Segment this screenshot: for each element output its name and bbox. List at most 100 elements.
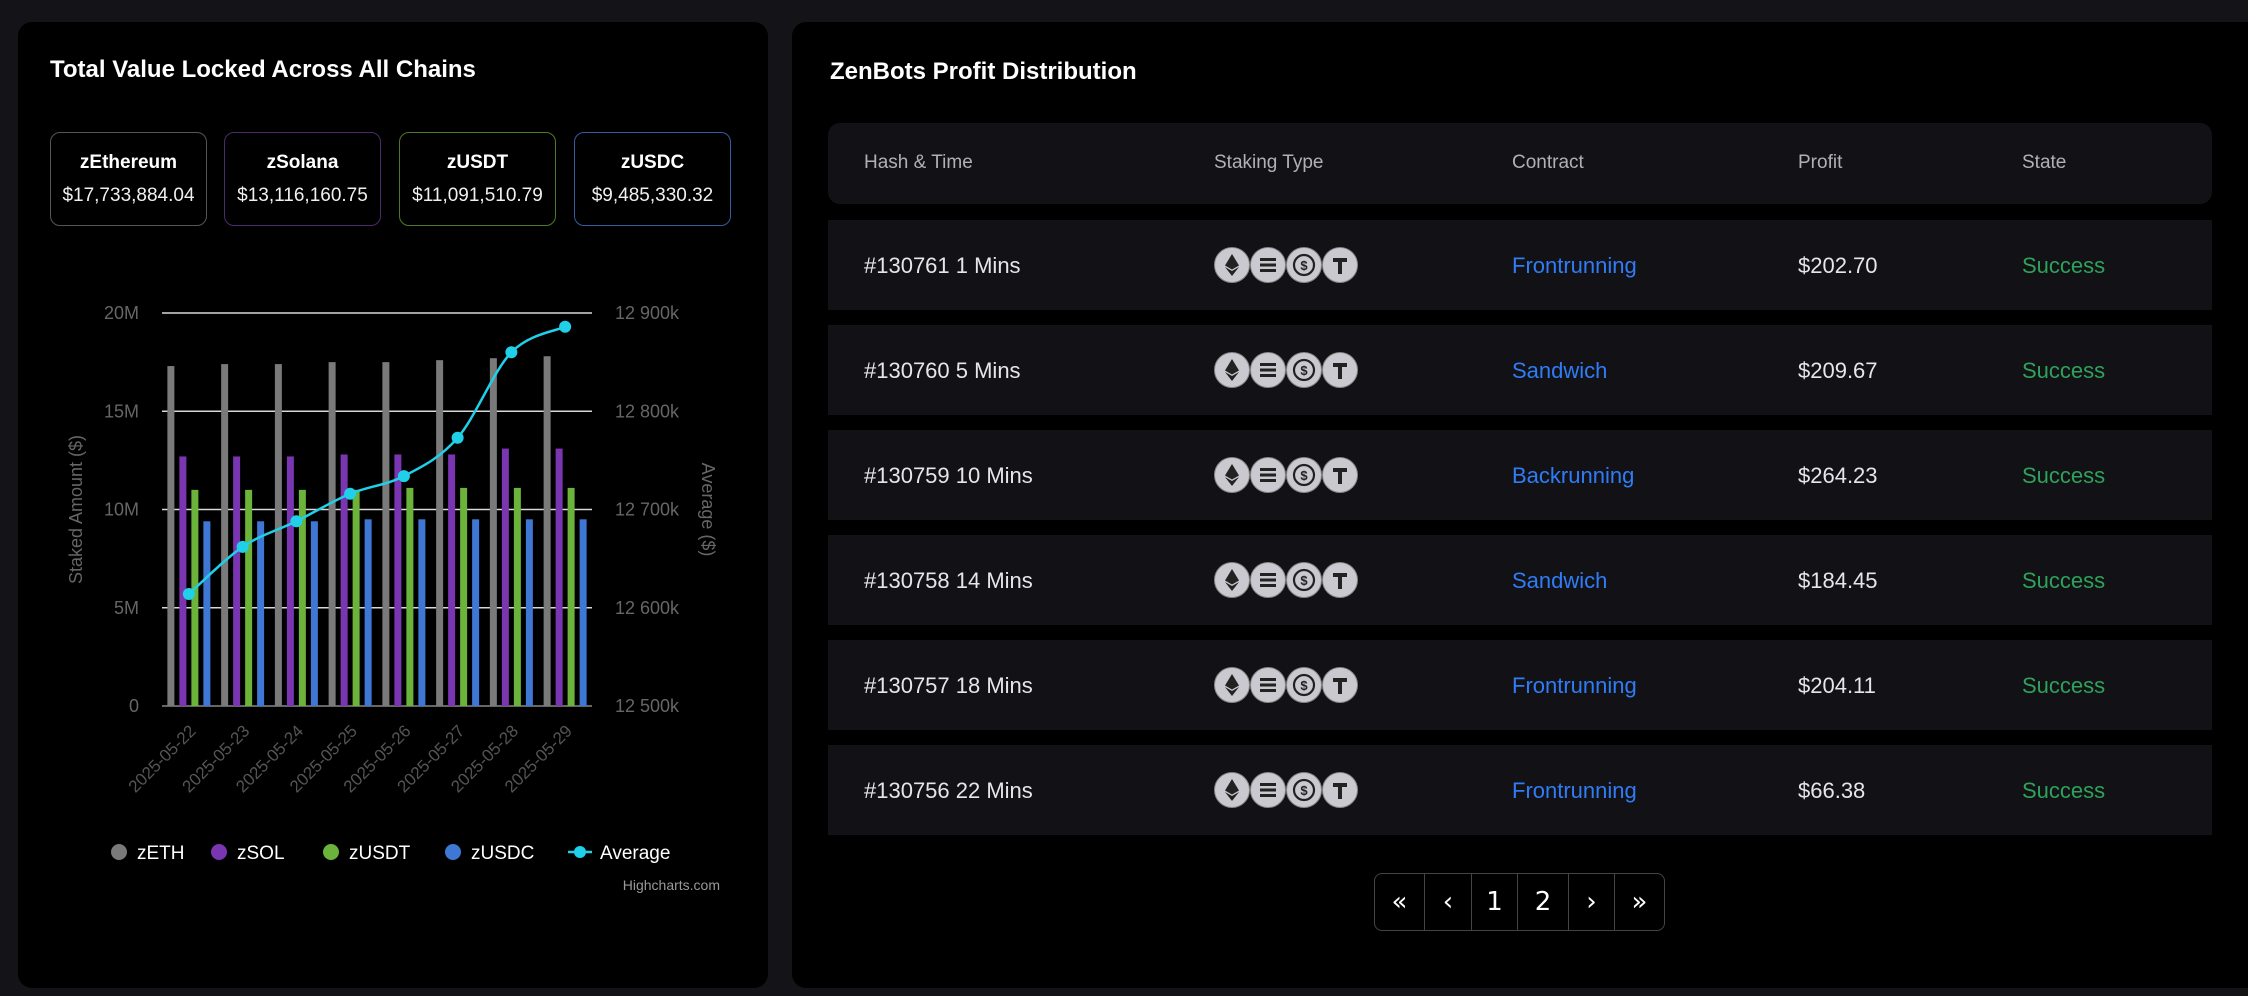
legend-marker-zeth — [111, 844, 127, 860]
row-contract-link[interactable]: Frontrunning — [1512, 778, 1637, 804]
svg-text:$: $ — [1300, 678, 1308, 693]
row-state: Success — [2022, 463, 2106, 488]
legend-label-zusdt: zUSDT — [349, 843, 411, 864]
solana-icon — [1250, 247, 1286, 283]
profit-title: ZenBots Profit Distribution — [830, 58, 1137, 85]
average-point — [236, 540, 249, 553]
bar-zusdt — [567, 487, 575, 706]
row-state: Success — [2022, 568, 2106, 593]
ethereum-icon — [1214, 667, 1250, 703]
bar-zeth — [167, 366, 175, 706]
row-hash-time: #130761 1 Mins — [864, 253, 1021, 278]
row-state: Success — [2022, 673, 2106, 698]
y-tick-label: 10M — [104, 500, 139, 520]
average-point — [451, 431, 464, 444]
tvl-cards: zEthereum $17,733,884.04 zSolana $13,116… — [50, 132, 735, 228]
tether-icon — [1322, 562, 1358, 598]
average-point — [505, 346, 518, 359]
legend-marker-zsol — [211, 844, 227, 860]
page-2-button[interactable]: 2 — [1518, 874, 1569, 930]
svg-text:$: $ — [1300, 783, 1308, 798]
row-state: Success — [2022, 358, 2106, 383]
bar-zsol — [394, 454, 402, 706]
tether-icon — [1322, 457, 1358, 493]
bar-zusdt — [460, 487, 468, 706]
y-tick-label: 5M — [114, 598, 139, 618]
card-zusdc: zUSDC $9,485,330.32 — [574, 132, 731, 226]
legend-marker-dot — [574, 846, 586, 858]
y-tick-label: 20M — [104, 303, 139, 323]
bar-zsol — [448, 454, 456, 706]
legend-marker-zusdt — [323, 844, 339, 860]
next-page-button[interactable]: › — [1569, 874, 1615, 930]
chart-credits: Highcharts.com — [623, 877, 720, 893]
row-contract-link[interactable]: Sandwich — [1512, 358, 1607, 384]
row-contract-link[interactable]: Frontrunning — [1512, 673, 1637, 699]
bar-zeth — [436, 360, 444, 706]
row-hash-time: #130759 10 Mins — [864, 463, 1033, 488]
ethereum-icon — [1214, 457, 1250, 493]
ethereum-icon — [1214, 772, 1250, 808]
table-row: #130758 14 Mins $ Sandwich $184.45 Success — [828, 535, 2212, 625]
table-row: #130759 10 Mins $ Backrunning $264.23 Succes… — [828, 430, 2212, 520]
tvl-title: Total Value Locked Across All Chains — [50, 56, 476, 83]
y2-tick-label: 12 500k — [615, 696, 680, 716]
bar-zeth — [382, 362, 390, 706]
bar-zusdt — [352, 489, 360, 706]
row-profit: $264.23 — [1798, 463, 1878, 488]
solana-icon — [1250, 457, 1286, 493]
usdc-icon: $ — [1286, 667, 1322, 703]
bar-zsol — [233, 456, 241, 706]
tether-icon — [1322, 667, 1358, 703]
page-1-button[interactable]: 1 — [1472, 874, 1518, 930]
bar-zeth — [328, 362, 336, 706]
legend-label-zsol: zSOL — [237, 843, 285, 864]
row-profit: $204.11 — [1798, 673, 1876, 698]
y2-tick-label: 12 600k — [615, 598, 680, 618]
pagination: « ‹ 1 2 › » — [1374, 873, 1665, 931]
row-state: Success — [2022, 253, 2106, 278]
bar-zusdc — [203, 521, 211, 706]
ethereum-icon — [1214, 247, 1250, 283]
average-point — [397, 470, 410, 483]
card-value: $11,091,510.79 — [412, 185, 543, 206]
bar-zeth — [543, 356, 551, 706]
ethereum-icon — [1214, 562, 1250, 598]
first-page-button[interactable]: « — [1375, 874, 1425, 930]
row-profit: $202.70 — [1798, 253, 1878, 278]
last-page-button[interactable]: » — [1615, 874, 1664, 930]
row-contract-link[interactable]: Sandwich — [1512, 568, 1607, 594]
row-hash-time: #130756 22 Mins — [864, 778, 1033, 803]
table-row: #130760 5 Mins $ Sandwich $209.67 Success — [828, 325, 2212, 415]
y2-axis-title: Average ($) — [698, 463, 718, 557]
card-zusdt: zUSDT $11,091,510.79 — [399, 132, 556, 226]
card-name: zUSDT — [446, 152, 509, 173]
prev-page-button[interactable]: ‹ — [1425, 874, 1472, 930]
solana-icon — [1250, 667, 1286, 703]
bar-zusdc — [418, 519, 426, 706]
card-name: zSolana — [266, 152, 339, 173]
table-row: #130756 22 Mins $ Frontrunning $66.38 Succes… — [828, 745, 2212, 835]
legend-label-zusdc: zUSDC — [471, 843, 534, 864]
bar-zusdc — [525, 519, 533, 706]
row-state: Success — [2022, 778, 2106, 803]
row-hash-time: #130757 18 Mins — [864, 673, 1033, 698]
bar-zusdt — [245, 489, 253, 706]
bar-zsol — [286, 456, 294, 706]
y-axis-title: Staked Amount ($) — [66, 435, 86, 584]
col-hash-time: Hash & Time — [864, 152, 973, 173]
y2-tick-label: 12 700k — [615, 500, 680, 520]
row-contract-link[interactable]: Frontrunning — [1512, 253, 1637, 279]
average-point — [182, 587, 195, 600]
svg-text:$: $ — [1300, 258, 1308, 273]
col-profit: Profit — [1798, 152, 1843, 173]
bar-zsol — [501, 448, 509, 706]
row-contract-link[interactable]: Backrunning — [1512, 463, 1634, 489]
row-hash-time: #130760 5 Mins — [864, 358, 1021, 383]
average-point — [290, 515, 303, 528]
table-row: #130761 1 Mins $ Frontrunning $202.70 Succes… — [828, 220, 2212, 310]
solana-icon — [1250, 772, 1286, 808]
average-point — [559, 320, 572, 333]
bar-zeth — [489, 358, 497, 706]
card-name: zEthereum — [79, 152, 178, 173]
